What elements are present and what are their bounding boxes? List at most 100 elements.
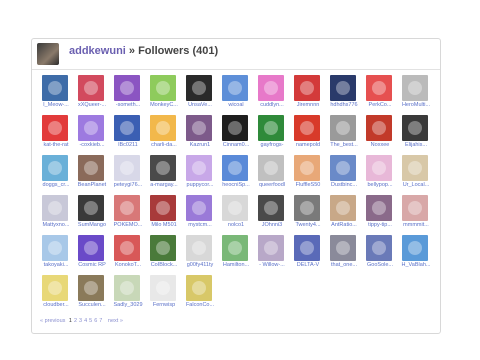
- follower-avatar[interactable]: [114, 275, 140, 301]
- follower-avatar[interactable]: [366, 195, 392, 221]
- follower-avatar[interactable]: [150, 115, 176, 141]
- follower-name[interactable]: a-margay...: [145, 182, 183, 188]
- follower-avatar[interactable]: [42, 115, 68, 141]
- follower-avatar[interactable]: [114, 195, 140, 221]
- follower-avatar[interactable]: [222, 115, 248, 141]
- follower-name[interactable]: H_VaBlah...: [397, 262, 435, 268]
- follower-avatar[interactable]: [402, 235, 428, 261]
- follower-name[interactable]: Twenty4...: [289, 222, 327, 228]
- follower-item[interactable]: The_best...: [327, 115, 361, 153]
- follower-name[interactable]: wicoal: [217, 102, 255, 108]
- follower-name[interactable]: DELTA-V: [289, 262, 327, 268]
- follower-name[interactable]: gayfrogs-: [253, 142, 291, 148]
- follower-avatar[interactable]: [78, 75, 104, 101]
- follower-avatar[interactable]: [186, 195, 212, 221]
- follower-avatar[interactable]: [186, 235, 212, 261]
- follower-avatar[interactable]: [222, 75, 248, 101]
- follower-name[interactable]: that_one...: [325, 262, 363, 268]
- follower-item[interactable]: -coxkieb...: [75, 115, 109, 153]
- follower-name[interactable]: CoIBlock...: [145, 262, 183, 268]
- follower-item[interactable]: puppycor...: [183, 155, 217, 193]
- follower-avatar[interactable]: [114, 155, 140, 181]
- follower-avatar[interactable]: [258, 235, 284, 261]
- follower-name[interactable]: Dustbinc...: [325, 182, 363, 188]
- follower-item[interactable]: Milo M501: [147, 195, 181, 233]
- follower-item[interactable]: FalconCo...: [183, 275, 217, 313]
- follower-avatar[interactable]: [330, 155, 356, 181]
- follower-avatar[interactable]: [222, 235, 248, 261]
- follower-item[interactable]: HeroMulti...: [399, 75, 433, 113]
- follower-name[interactable]: JOhnni3: [253, 222, 291, 228]
- page-link-4[interactable]: 4: [84, 318, 87, 324]
- next-link[interactable]: next »: [108, 318, 123, 324]
- follower-avatar[interactable]: [150, 275, 176, 301]
- follower-name[interactable]: cloudber...: [37, 302, 75, 308]
- follower-item[interactable]: charli-da...: [147, 115, 181, 153]
- follower-name[interactable]: - Willow-...: [253, 262, 291, 268]
- follower-item[interactable]: UnsaVe...: [183, 75, 217, 113]
- follower-avatar[interactable]: [42, 275, 68, 301]
- username-link[interactable]: addkewuni: [69, 45, 126, 57]
- follower-avatar[interactable]: [42, 195, 68, 221]
- follower-item[interactable]: - Willow-...: [255, 235, 289, 273]
- follower-item[interactable]: Ur_Local...: [399, 155, 433, 193]
- follower-item[interactable]: GooSole...: [363, 235, 397, 273]
- follower-item[interactable]: mmmmit...: [399, 195, 433, 233]
- follower-item[interactable]: I_Meow-...: [39, 75, 73, 113]
- page-link-7[interactable]: 7: [99, 318, 102, 324]
- follower-name[interactable]: PerkCo...: [361, 102, 399, 108]
- follower-name[interactable]: I_Meow-...: [37, 102, 75, 108]
- follower-name[interactable]: puppycor...: [181, 182, 219, 188]
- follower-avatar[interactable]: [294, 75, 320, 101]
- follower-name[interactable]: The_best...: [325, 142, 363, 148]
- follower-item[interactable]: AntRatio...: [327, 195, 361, 233]
- follower-avatar[interactable]: [402, 115, 428, 141]
- follower-item[interactable]: FluffleS50: [291, 155, 325, 193]
- follower-item[interactable]: takoyaki...: [39, 235, 73, 273]
- follower-name[interactable]: KonokoT...: [109, 262, 147, 268]
- page-link-2[interactable]: 2: [74, 318, 77, 324]
- follower-avatar[interactable]: [150, 155, 176, 181]
- follower-name[interactable]: peteygi76...: [109, 182, 147, 188]
- follower-name[interactable]: queerfoodl: [253, 182, 291, 188]
- follower-item[interactable]: nolco1: [219, 195, 253, 233]
- follower-item[interactable]: xXQueer-...: [75, 75, 109, 113]
- follower-item[interactable]: Cosmic RP: [75, 235, 109, 273]
- follower-item[interactable]: Elijahis...: [399, 115, 433, 153]
- follower-name[interactable]: Cinnam0...: [217, 142, 255, 148]
- follower-avatar[interactable]: [402, 195, 428, 221]
- follower-name[interactable]: kat-the-rat: [37, 142, 75, 148]
- follower-item[interactable]: lBc0211: [111, 115, 145, 153]
- follower-name[interactable]: HeroMulti...: [397, 102, 435, 108]
- follower-name[interactable]: mmmmit...: [397, 222, 435, 228]
- follower-avatar[interactable]: [114, 75, 140, 101]
- follower-name[interactable]: doggs_cr...: [37, 182, 75, 188]
- follower-item[interactable]: MonkeyC...: [147, 75, 181, 113]
- follower-name[interactable]: FluffleS50: [289, 182, 327, 188]
- follower-item[interactable]: bellypop...: [363, 155, 397, 193]
- follower-name[interactable]: Kazrun1: [181, 142, 219, 148]
- follower-avatar[interactable]: [294, 155, 320, 181]
- follower-avatar[interactable]: [186, 115, 212, 141]
- follower-item[interactable]: doggs_cr...: [39, 155, 73, 193]
- follower-item[interactable]: mystcm...: [183, 195, 217, 233]
- follower-avatar[interactable]: [78, 235, 104, 261]
- follower-item[interactable]: Dustbinc...: [327, 155, 361, 193]
- follower-avatar[interactable]: [42, 155, 68, 181]
- follower-item[interactable]: cloudber...: [39, 275, 73, 313]
- follower-item[interactable]: heocniSp...: [219, 155, 253, 193]
- follower-item[interactable]: -someth...: [111, 75, 145, 113]
- follower-avatar[interactable]: [78, 195, 104, 221]
- follower-name[interactable]: SumMango: [73, 222, 111, 228]
- follower-name[interactable]: Cosmic RP: [73, 262, 111, 268]
- follower-avatar[interactable]: [186, 75, 212, 101]
- follower-item[interactable]: namepold: [291, 115, 325, 153]
- follower-name[interactable]: Milo M501: [145, 222, 183, 228]
- follower-name[interactable]: BeanPlanet: [73, 182, 111, 188]
- follower-item[interactable]: Jiremnnn: [291, 75, 325, 113]
- follower-avatar[interactable]: [330, 75, 356, 101]
- follower-item[interactable]: POKEMO...: [111, 195, 145, 233]
- follower-avatar[interactable]: [186, 155, 212, 181]
- follower-item[interactable]: cuddlyn...: [255, 75, 289, 113]
- follower-item[interactable]: kat-the-rat: [39, 115, 73, 153]
